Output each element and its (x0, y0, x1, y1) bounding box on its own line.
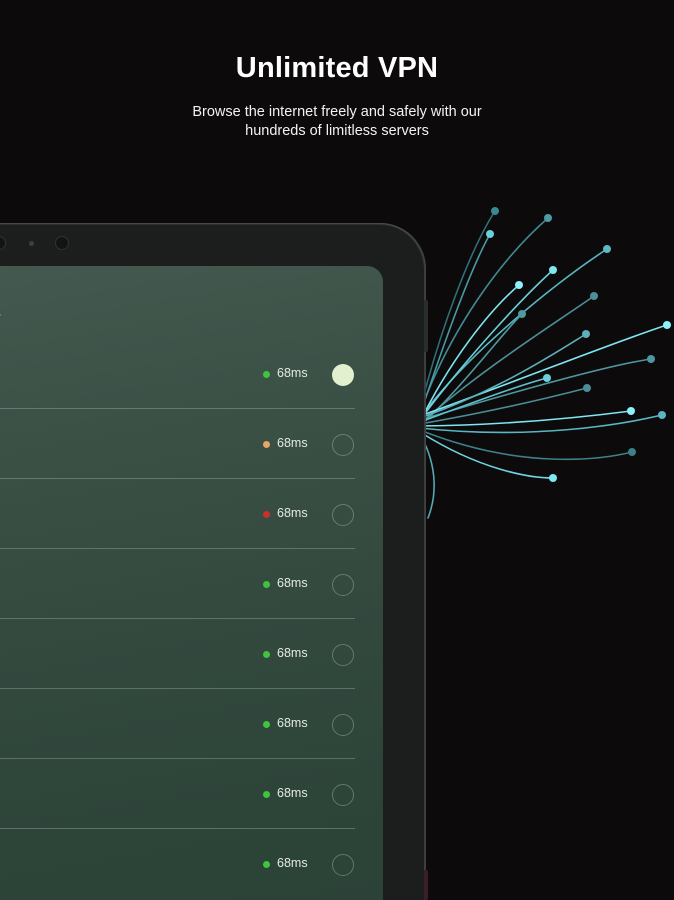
server-row[interactable]: 68ms (0, 549, 383, 619)
latency-label: 68ms (277, 856, 308, 870)
server-row[interactable]: 68ms (0, 479, 383, 549)
server-radio[interactable] (332, 714, 354, 736)
ray-node (582, 330, 590, 338)
server-radio[interactable] (332, 574, 354, 596)
status-dot-icon (263, 441, 270, 448)
status-dot-icon (263, 651, 270, 658)
server-row[interactable]: 68ms (0, 829, 383, 899)
ray-node (544, 214, 552, 222)
ray-line (419, 233, 491, 416)
server-radio[interactable] (332, 784, 354, 806)
ray-line (419, 431, 554, 479)
server-radio[interactable] (332, 434, 354, 456)
ray-node (583, 384, 591, 392)
ray-line (419, 377, 548, 423)
server-row[interactable]: 68ms (0, 759, 383, 829)
ray-node (549, 474, 557, 482)
latency-label: 68ms (277, 506, 308, 520)
status-dot-icon (263, 861, 270, 868)
ray-node (543, 374, 551, 382)
status-dot-icon (263, 791, 270, 798)
ray-line (419, 324, 668, 417)
ray-node (663, 321, 671, 329)
server-radio[interactable] (332, 644, 354, 666)
ray-line (419, 429, 633, 461)
side-button (424, 870, 428, 900)
sensor-dot-icon (29, 241, 34, 246)
latency-label: 68ms (277, 436, 308, 450)
ray-node (518, 310, 526, 318)
ray-node (549, 266, 557, 274)
ray-node (515, 281, 523, 289)
server-radio-selected[interactable] (332, 364, 354, 386)
ray-node (590, 292, 598, 300)
ray-node (658, 411, 666, 419)
status-dot-icon (263, 721, 270, 728)
ray-node (486, 230, 494, 238)
server-radio[interactable] (332, 854, 354, 876)
latency-label: 68ms (277, 646, 308, 660)
ray-node (628, 448, 636, 456)
server-row[interactable]: 68ms (0, 339, 383, 409)
ray-node (603, 245, 611, 253)
ray-node (647, 355, 655, 363)
camera-lens-icon (55, 236, 69, 250)
tablet-screen: ver 68ms 68ms 68ms 68ms 68ms 68ms 68ms 68ms (0, 266, 383, 900)
side-button (424, 300, 428, 352)
ray-node (627, 407, 635, 415)
status-dot-icon (263, 511, 270, 518)
server-row[interactable]: 68ms (0, 409, 383, 479)
latency-label: 68ms (277, 576, 308, 590)
ray-node (491, 207, 499, 215)
status-dot-icon (263, 371, 270, 378)
latency-label: 68ms (277, 786, 308, 800)
server-radio[interactable] (332, 504, 354, 526)
latency-label: 68ms (277, 716, 308, 730)
server-row[interactable]: 68ms (0, 619, 383, 689)
latency-label: 68ms (277, 366, 308, 380)
screen-title: ver (0, 306, 1, 332)
promo-screen: Unlimited VPN Browse the internet freely… (0, 0, 674, 900)
status-dot-icon (263, 581, 270, 588)
server-row[interactable]: 68ms (0, 689, 383, 759)
